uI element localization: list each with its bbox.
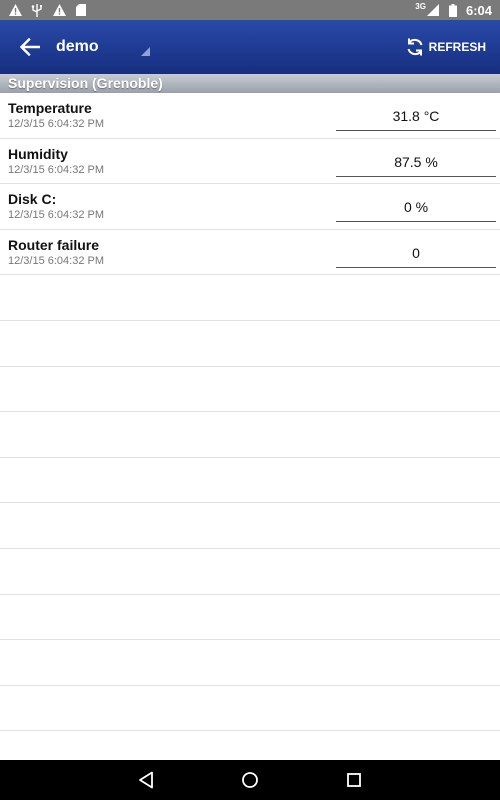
nav-home-icon (242, 772, 258, 788)
app-title: demo (56, 38, 99, 55)
sensor-list: Temperature 12/3/15 6:04:32 PM 31.8 °C H… (0, 93, 500, 732)
refresh-label: REFRESH (428, 40, 486, 54)
empty-row (0, 549, 500, 595)
empty-row (0, 503, 500, 549)
action-bar: demo REFRESH (0, 20, 500, 74)
back-arrow-icon (20, 38, 40, 56)
warning-icon (52, 3, 66, 17)
empty-row (0, 595, 500, 641)
back-button[interactable] (0, 20, 60, 74)
item-name: Humidity (8, 145, 68, 162)
nav-home-button[interactable] (240, 770, 260, 790)
section-header: Supervision (Grenoble) (0, 74, 500, 93)
status-system: 3G 6:04 (415, 1, 492, 18)
empty-row (0, 640, 500, 686)
refresh-button[interactable]: REFRESH (405, 37, 486, 57)
empty-row (0, 458, 500, 504)
status-notifications (8, 3, 88, 17)
network-type: 3G (415, 1, 426, 11)
navigation-bar (0, 760, 500, 800)
item-timestamp: 12/3/15 6:04:32 PM (8, 163, 105, 176)
empty-row (0, 275, 500, 321)
spinner-arrow-icon (141, 47, 150, 56)
nav-recents-button[interactable] (344, 770, 364, 790)
nav-back-icon (139, 771, 153, 789)
item-timestamp: 12/3/15 6:04:32 PM (8, 209, 105, 222)
list-item[interactable]: Router failure 12/3/15 6:04:32 PM 0 (0, 230, 500, 276)
empty-row (0, 412, 500, 458)
nav-back-button[interactable] (136, 770, 156, 790)
refresh-icon (407, 38, 423, 56)
item-timestamp: 12/3/15 6:04:32 PM (8, 118, 105, 130)
list-item[interactable]: Temperature 12/3/15 6:04:32 PM 31.8 °C (0, 93, 500, 139)
view-spinner[interactable]: demo (56, 20, 160, 74)
item-timestamp: 12/3/15 6:04:32 PM (8, 254, 105, 267)
signal-icon (426, 3, 440, 17)
empty-row (0, 321, 500, 367)
nav-recents-icon (347, 773, 361, 787)
status-bar: 3G 6:04 (0, 0, 500, 20)
empty-row (0, 367, 500, 413)
empty-row (0, 686, 500, 732)
item-name: Router failure (8, 236, 100, 253)
status-time: 6:04 (465, 2, 492, 18)
item-name: Disk C: (8, 191, 57, 208)
list-item[interactable]: Disk C: 12/3/15 6:04:32 PM 0 % (0, 184, 500, 230)
list-item[interactable]: Humidity 12/3/15 6:04:32 PM 87.5 % (0, 139, 500, 185)
usb-icon (30, 3, 44, 17)
sd-card-icon (74, 3, 88, 17)
item-value-field[interactable]: 31.8 °C (336, 105, 496, 131)
item-name: Temperature (8, 100, 92, 116)
item-value-field[interactable]: 0 (336, 242, 496, 268)
item-value-field[interactable]: 87.5 % (336, 151, 496, 177)
warning-icon (8, 3, 22, 17)
battery-icon (446, 3, 460, 17)
item-value-field[interactable]: 0 % (336, 196, 496, 223)
